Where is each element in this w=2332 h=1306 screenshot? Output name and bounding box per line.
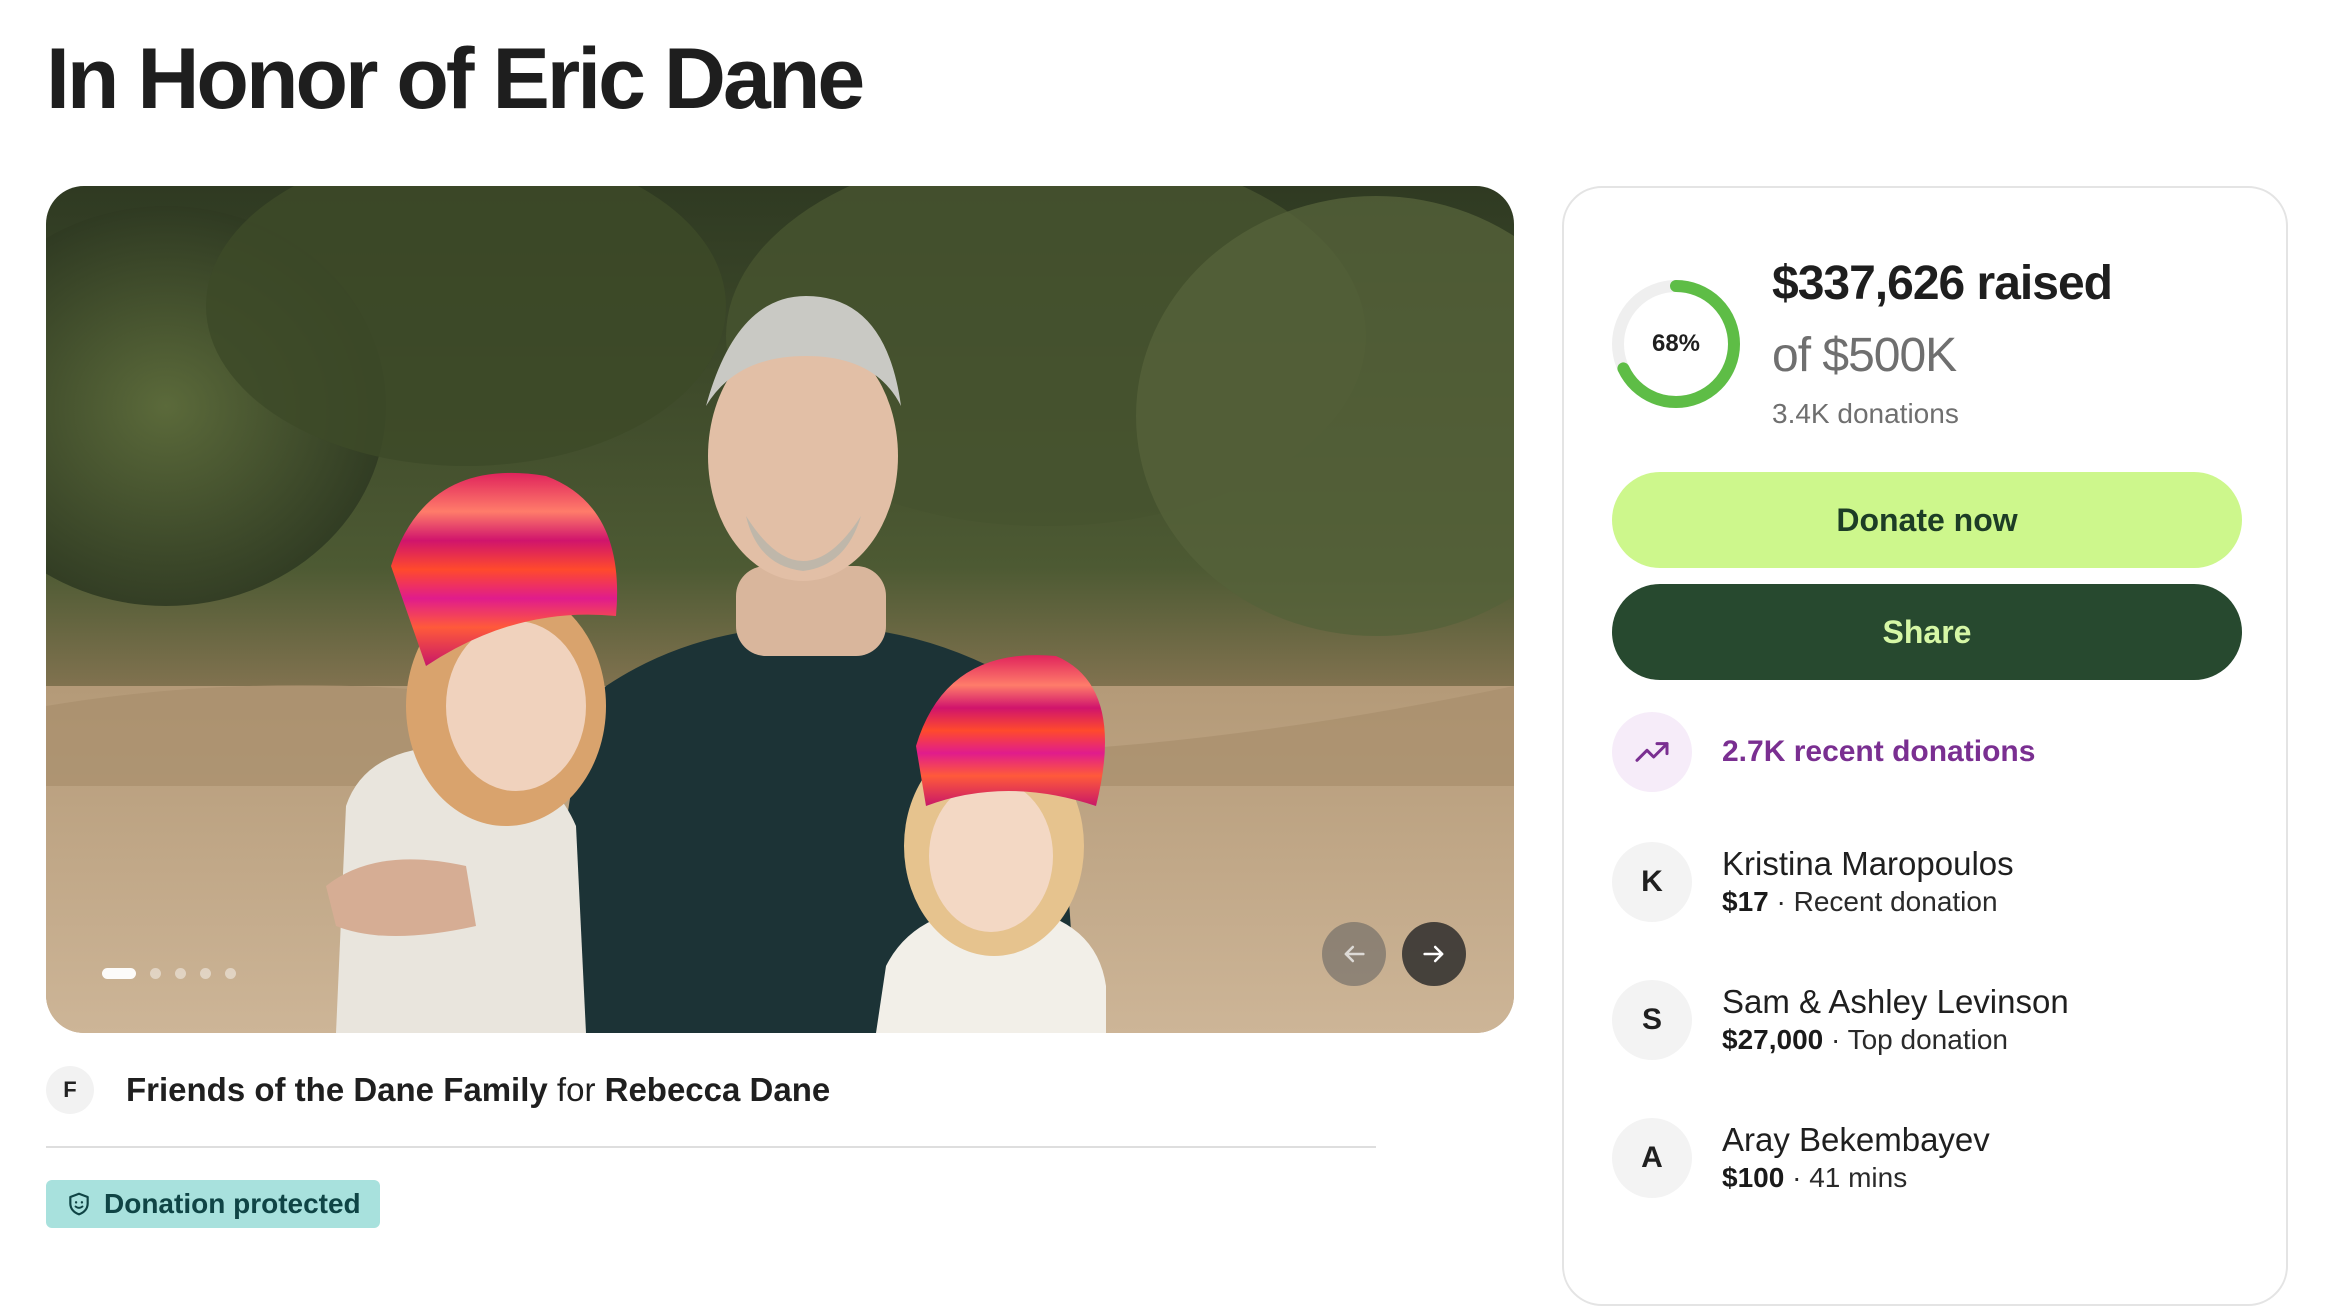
donor-meta: $27,000 · Top donation xyxy=(1722,1024,2008,1056)
recent-donations-label: 2.7K recent donations xyxy=(1722,735,2036,768)
donation-count: 3.4K donations xyxy=(1772,398,1959,429)
donate-now-button[interactable]: Donate now xyxy=(1612,472,2242,568)
carousel-prev-button[interactable] xyxy=(1322,922,1386,986)
carousel-next-button[interactable] xyxy=(1402,922,1466,986)
donation-protected-label: Donation protected xyxy=(104,1188,361,1219)
organizer-name[interactable]: Friends of the Dane Family xyxy=(126,1071,548,1108)
trending-up-icon xyxy=(1612,712,1692,792)
donation-protected-badge[interactable]: Donation protected xyxy=(46,1180,380,1228)
donor-note: Top donation xyxy=(1847,1024,2008,1056)
page-title: In Honor of Eric Dane xyxy=(46,31,865,127)
donor-note: Recent donation xyxy=(1793,886,1998,918)
donor-meta: $100 · 41 mins xyxy=(1722,1162,1908,1194)
share-button[interactable]: Share xyxy=(1612,584,2242,680)
carousel-dot[interactable] xyxy=(200,968,211,979)
arrow-left-icon xyxy=(1344,945,1365,963)
divider xyxy=(46,1146,1376,1148)
donor-item[interactable]: A Aray Bekembayev $100 · 41 mins xyxy=(1612,1118,1990,1198)
progress-percent: 68% xyxy=(1651,330,1701,357)
donor-avatar: S xyxy=(1612,980,1692,1060)
donor-avatar: A xyxy=(1612,1118,1692,1198)
arrow-right-icon xyxy=(1423,945,1444,963)
donor-item[interactable]: K Kristina Maropoulos $17 · Recent donat… xyxy=(1612,842,2014,922)
amount-raised: $337,626 raised xyxy=(1772,257,2113,310)
donation-card: 68% $337,626 raised of $500K 3.4K donati… xyxy=(1562,186,2288,1306)
shield-icon xyxy=(69,1192,89,1216)
carousel-dot[interactable] xyxy=(225,968,236,979)
carousel-dot-active[interactable] xyxy=(102,968,136,979)
donor-meta: $17 · Recent donation xyxy=(1722,886,1998,918)
donor-name: Aray Bekembayev xyxy=(1722,1121,1990,1159)
progress-ring: 68% xyxy=(1610,278,1742,410)
beneficiary-name[interactable]: Rebecca Dane xyxy=(605,1071,831,1108)
organizer-text: Friends of the Dane Family for Rebecca D… xyxy=(126,1071,830,1109)
donor-avatar: K xyxy=(1612,842,1692,922)
donor-note: 41 mins xyxy=(1809,1162,1908,1194)
donor-name: Kristina Maropoulos xyxy=(1722,845,2014,883)
carousel-dots[interactable] xyxy=(102,968,236,979)
recent-donations-link[interactable]: 2.7K recent donations xyxy=(1612,712,2035,792)
donor-item[interactable]: S Sam & Ashley Levinson $27,000 · Top do… xyxy=(1612,980,2069,1060)
organizer-line: F Friends of the Dane Family for Rebecca… xyxy=(46,1066,830,1114)
donor-name: Sam & Ashley Levinson xyxy=(1722,983,2069,1021)
hero-image[interactable] xyxy=(46,186,1514,1033)
fundraising-goal: of $500K xyxy=(1772,329,1957,382)
carousel-dot[interactable] xyxy=(150,968,161,979)
donor-amount: $27,000 xyxy=(1722,1024,1824,1056)
donor-amount: $17 xyxy=(1722,886,1769,918)
hero-photo xyxy=(46,186,1514,1033)
organizer-connector: for xyxy=(556,1071,596,1108)
organizer-avatar[interactable]: F xyxy=(46,1066,94,1114)
carousel-dot[interactable] xyxy=(175,968,186,979)
donor-amount: $100 xyxy=(1722,1162,1785,1194)
